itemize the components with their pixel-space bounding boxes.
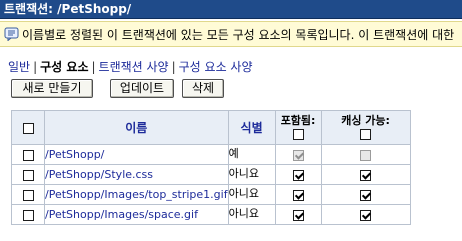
included-checkbox[interactable]	[292, 169, 304, 181]
table-row: /PetShopp/Style.css 아니요	[11, 164, 411, 185]
select-all-cell	[11, 110, 45, 145]
row-select-checkbox[interactable]	[22, 169, 34, 181]
column-header-name[interactable]: 이름	[44, 110, 229, 145]
cacheable-cell	[320, 164, 411, 185]
component-kind: 아니요	[227, 164, 276, 185]
row-select-checkbox[interactable]	[22, 149, 34, 161]
component-name-link[interactable]: /PetShopp/Style.css	[44, 164, 229, 185]
included-checkbox	[292, 149, 304, 161]
cacheable-cell	[320, 204, 411, 225]
info-message-icon	[4, 27, 19, 41]
cacheable-checkbox[interactable]	[360, 169, 372, 181]
table-row: /PetShopp/예	[11, 144, 411, 165]
tab-navigation: 일반 | 구성 요소 | 트랜잭션 사양 | 구성 요소 사양	[8, 58, 253, 75]
component-name-link[interactable]: /PetShopp/	[44, 144, 229, 165]
cacheable-all-checkbox[interactable]	[360, 129, 372, 140]
info-message-bar: 이름별로 정렬된 이 트랜잭션에 있는 모든 구성 요소의 목록입니다. 이 트…	[0, 21, 462, 47]
table-row: /PetShopp/Images/top_stripe1.gif 아니요	[11, 184, 411, 205]
row-select-cell	[11, 204, 45, 225]
row-select-checkbox[interactable]	[22, 209, 34, 221]
component-name-link[interactable]: /PetShopp/Images/space.gif	[44, 204, 229, 225]
column-header-kind[interactable]: 식별	[227, 110, 276, 145]
included-cell	[274, 144, 322, 165]
table-header-row: 이름 식별 포함됨: 캐싱 가능:	[11, 110, 411, 145]
select-all-checkbox[interactable]	[22, 122, 34, 134]
included-checkbox[interactable]	[292, 189, 304, 201]
cacheable-checkbox[interactable]	[360, 189, 372, 201]
delete-button[interactable]: 삭제	[182, 79, 224, 98]
column-header-cacheable: 캐싱 가능:	[320, 110, 411, 145]
update-button[interactable]: 업데이트	[110, 79, 174, 98]
component-kind: 아니요	[227, 204, 276, 225]
tab-separator: |	[33, 60, 38, 74]
row-select-checkbox[interactable]	[22, 189, 34, 201]
info-message-text: 이름별로 정렬된 이 트랜잭션에 있는 모든 구성 요소의 목록입니다. 이 트…	[22, 27, 455, 42]
included-header-label: 포함됨:	[280, 114, 316, 127]
included-all-checkbox[interactable]	[292, 129, 304, 140]
component-name-link[interactable]: /PetShopp/Images/top_stripe1.gif	[44, 184, 229, 205]
included-checkbox[interactable]	[292, 209, 304, 221]
tab-component-spec[interactable]: 구성 요소 사양	[179, 60, 253, 74]
cacheable-checkbox[interactable]	[360, 209, 372, 221]
cacheable-header-label: 캐싱 가능:	[341, 114, 390, 127]
column-header-included: 포함됨:	[274, 110, 322, 145]
included-cell	[274, 204, 322, 225]
included-cell	[274, 184, 322, 205]
tab-components[interactable]: 구성 요소	[40, 60, 88, 74]
row-select-cell	[11, 144, 45, 165]
cacheable-cell	[320, 184, 411, 205]
tab-transaction-spec[interactable]: 트랜잭션 사양	[99, 60, 169, 74]
tab-general[interactable]: 일반	[8, 60, 30, 74]
component-kind: 예	[227, 144, 276, 165]
included-cell	[274, 164, 322, 185]
cacheable-checkbox	[360, 149, 372, 161]
table-row: /PetShopp/Images/space.gif 아니요	[11, 204, 411, 225]
create-button[interactable]: 새로 만들기	[11, 79, 93, 98]
window-title: 트랜잭션: /PetShopp/	[0, 0, 462, 19]
row-select-cell	[11, 184, 45, 205]
cacheable-cell	[320, 144, 411, 165]
tab-separator: |	[91, 60, 96, 74]
table-body: /PetShopp/예/PetShopp/Style.css 아니요/PetSho…	[11, 144, 411, 225]
row-select-cell	[11, 164, 45, 185]
tab-separator: |	[171, 60, 176, 74]
component-kind: 아니요	[227, 184, 276, 205]
components-table: 이름 식별 포함됨: 캐싱 가능: /PetShopp/예/PetShopp/S…	[11, 110, 411, 225]
